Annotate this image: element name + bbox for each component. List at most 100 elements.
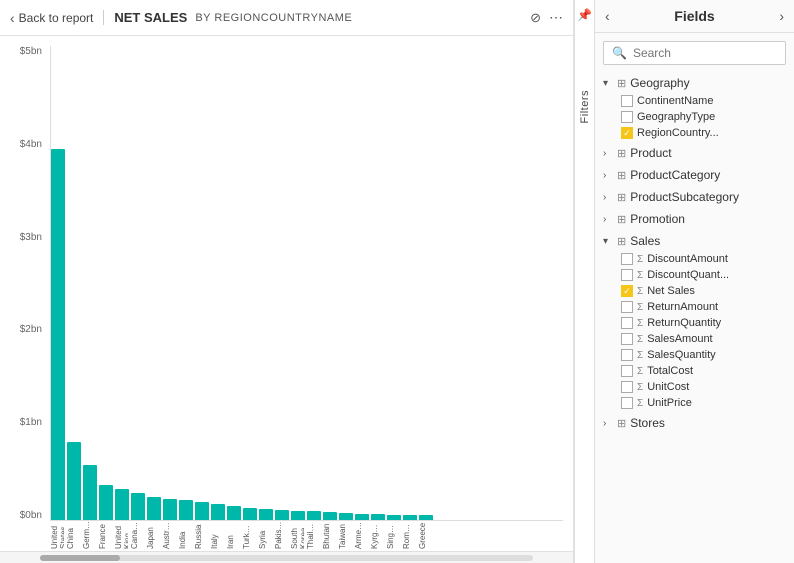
bar-wrapper[interactable]: [115, 489, 129, 520]
bar-wrapper[interactable]: [179, 500, 193, 520]
tree-item[interactable]: ΣTotalCost: [613, 363, 794, 379]
tree-group-header[interactable]: › ⊞ Stores: [595, 413, 794, 433]
item-checkbox[interactable]: [621, 333, 633, 345]
more-options-icon[interactable]: ⋯: [549, 9, 563, 26]
bar-wrapper[interactable]: [131, 493, 145, 520]
tree-group-header[interactable]: ›⊞ProductCategory: [595, 165, 794, 185]
x-axis-label: Pakistan: [274, 521, 288, 549]
fields-forward-button[interactable]: ›: [779, 8, 784, 24]
left-panel: ‹ Back to report NET SALES BY REGIONCOUN…: [0, 0, 574, 563]
bar-wrapper[interactable]: [83, 465, 97, 520]
fields-back-button[interactable]: ‹: [605, 8, 610, 24]
bar-wrapper[interactable]: [51, 149, 65, 520]
item-checkbox[interactable]: [621, 301, 633, 313]
filter-icon[interactable]: ⊘: [530, 10, 541, 26]
item-checkbox[interactable]: [621, 317, 633, 329]
x-axis-label: South Korea: [290, 521, 304, 549]
bar-wrapper[interactable]: [275, 510, 289, 520]
tree-item[interactable]: ΣDiscountAmount: [613, 251, 794, 267]
tree-item[interactable]: GeographyType: [613, 109, 794, 125]
bar: [115, 489, 129, 520]
tree-item[interactable]: ΣReturnQuantity: [613, 315, 794, 331]
bar-wrapper[interactable]: [403, 515, 417, 520]
chevron-icon: ›: [603, 148, 613, 159]
item-checkbox[interactable]: [621, 269, 633, 281]
tree-item[interactable]: ΣDiscountQuant...: [613, 267, 794, 283]
bar-wrapper[interactable]: [163, 499, 177, 520]
item-checkbox[interactable]: [621, 397, 633, 409]
bar-wrapper[interactable]: [371, 514, 385, 520]
bar-wrapper[interactable]: [387, 515, 401, 520]
x-axis-label: Thailand: [306, 521, 320, 549]
x-axis-label: Singapore: [386, 521, 400, 549]
chevron-icon: ›: [603, 418, 613, 429]
item-label: SalesAmount: [647, 333, 712, 345]
bar-wrapper[interactable]: [291, 511, 305, 520]
tree-group-header[interactable]: ▾⊞Sales: [595, 231, 794, 251]
table-icon: ⊞: [617, 213, 626, 226]
item-checkbox[interactable]: ✓: [621, 127, 633, 139]
search-input[interactable]: [633, 46, 777, 60]
bar: [179, 500, 193, 520]
item-checkbox[interactable]: [621, 95, 633, 107]
x-axis-label: France: [98, 521, 112, 549]
tree-item[interactable]: ✓ΣNet Sales: [613, 283, 794, 299]
item-checkbox[interactable]: [621, 253, 633, 265]
x-axis-label: Canada: [130, 521, 144, 549]
item-checkbox[interactable]: [621, 349, 633, 361]
x-axis-label: Italy: [210, 521, 224, 549]
bar-wrapper[interactable]: [195, 502, 209, 520]
tree-item[interactable]: ContinentName: [613, 93, 794, 109]
tree-group: ▾⊞SalesΣDiscountAmountΣDiscountQuant...✓…: [595, 231, 794, 411]
tree-item[interactable]: ΣReturnAmount: [613, 299, 794, 315]
bar-wrapper[interactable]: [243, 508, 257, 520]
tree-item[interactable]: ΣUnitCost: [613, 379, 794, 395]
bar-wrapper[interactable]: [307, 511, 321, 520]
back-label: Back to report: [19, 11, 94, 25]
bar: [291, 511, 305, 520]
tree-group-header[interactable]: ›⊞Product: [595, 143, 794, 163]
bar-wrapper[interactable]: [67, 442, 81, 520]
bar: [83, 465, 97, 520]
group-label: Stores: [630, 416, 665, 430]
item-checkbox[interactable]: [621, 381, 633, 393]
tree-item[interactable]: ✓RegionCountry...: [613, 125, 794, 141]
item-label: Net Sales: [647, 285, 695, 297]
bar: [131, 493, 145, 520]
scrollbar-thumb[interactable]: [40, 555, 120, 561]
bar-wrapper[interactable]: [99, 485, 113, 520]
item-checkbox[interactable]: [621, 111, 633, 123]
table-icon: ⊞: [617, 77, 626, 90]
tree-item[interactable]: ΣSalesQuantity: [613, 347, 794, 363]
x-axis-label: Germany: [82, 521, 96, 549]
filters-panel[interactable]: 📌 Filters: [574, 0, 594, 563]
bar-wrapper[interactable]: [323, 512, 337, 520]
bar-wrapper[interactable]: [211, 504, 225, 520]
bar-wrapper[interactable]: [147, 497, 161, 520]
item-label: ReturnQuantity: [647, 317, 721, 329]
bar-wrapper[interactable]: [355, 514, 369, 520]
item-label: UnitCost: [647, 381, 689, 393]
item-label: TotalCost: [647, 365, 693, 377]
bar: [371, 514, 385, 520]
tree-item[interactable]: ΣUnitPrice: [613, 395, 794, 411]
bar-wrapper[interactable]: [259, 509, 273, 520]
toolbar: ‹ Back to report NET SALES BY REGIONCOUN…: [0, 0, 573, 36]
tree-group-header[interactable]: ›⊞Promotion: [595, 209, 794, 229]
item-checkbox[interactable]: [621, 365, 633, 377]
bar-wrapper[interactable]: [339, 513, 353, 520]
chevron-icon: ›: [603, 192, 613, 203]
tree-items: ContinentNameGeographyType✓RegionCountry…: [595, 93, 794, 141]
tree-item[interactable]: ΣSalesAmount: [613, 331, 794, 347]
y-axis-label: $0bn: [20, 510, 42, 521]
table-icon: ⊞: [617, 417, 626, 430]
bar-wrapper[interactable]: [227, 506, 241, 520]
bar: [275, 510, 289, 520]
scrollbar-area[interactable]: [0, 551, 573, 563]
tree-group: › ⊞ Stores: [595, 413, 794, 433]
bar-wrapper[interactable]: [419, 515, 433, 520]
back-button[interactable]: ‹ Back to report: [10, 10, 93, 26]
item-checkbox[interactable]: ✓: [621, 285, 633, 297]
tree-group-header[interactable]: ›⊞ProductSubcategory: [595, 187, 794, 207]
tree-group-header[interactable]: ▾⊞Geography: [595, 73, 794, 93]
